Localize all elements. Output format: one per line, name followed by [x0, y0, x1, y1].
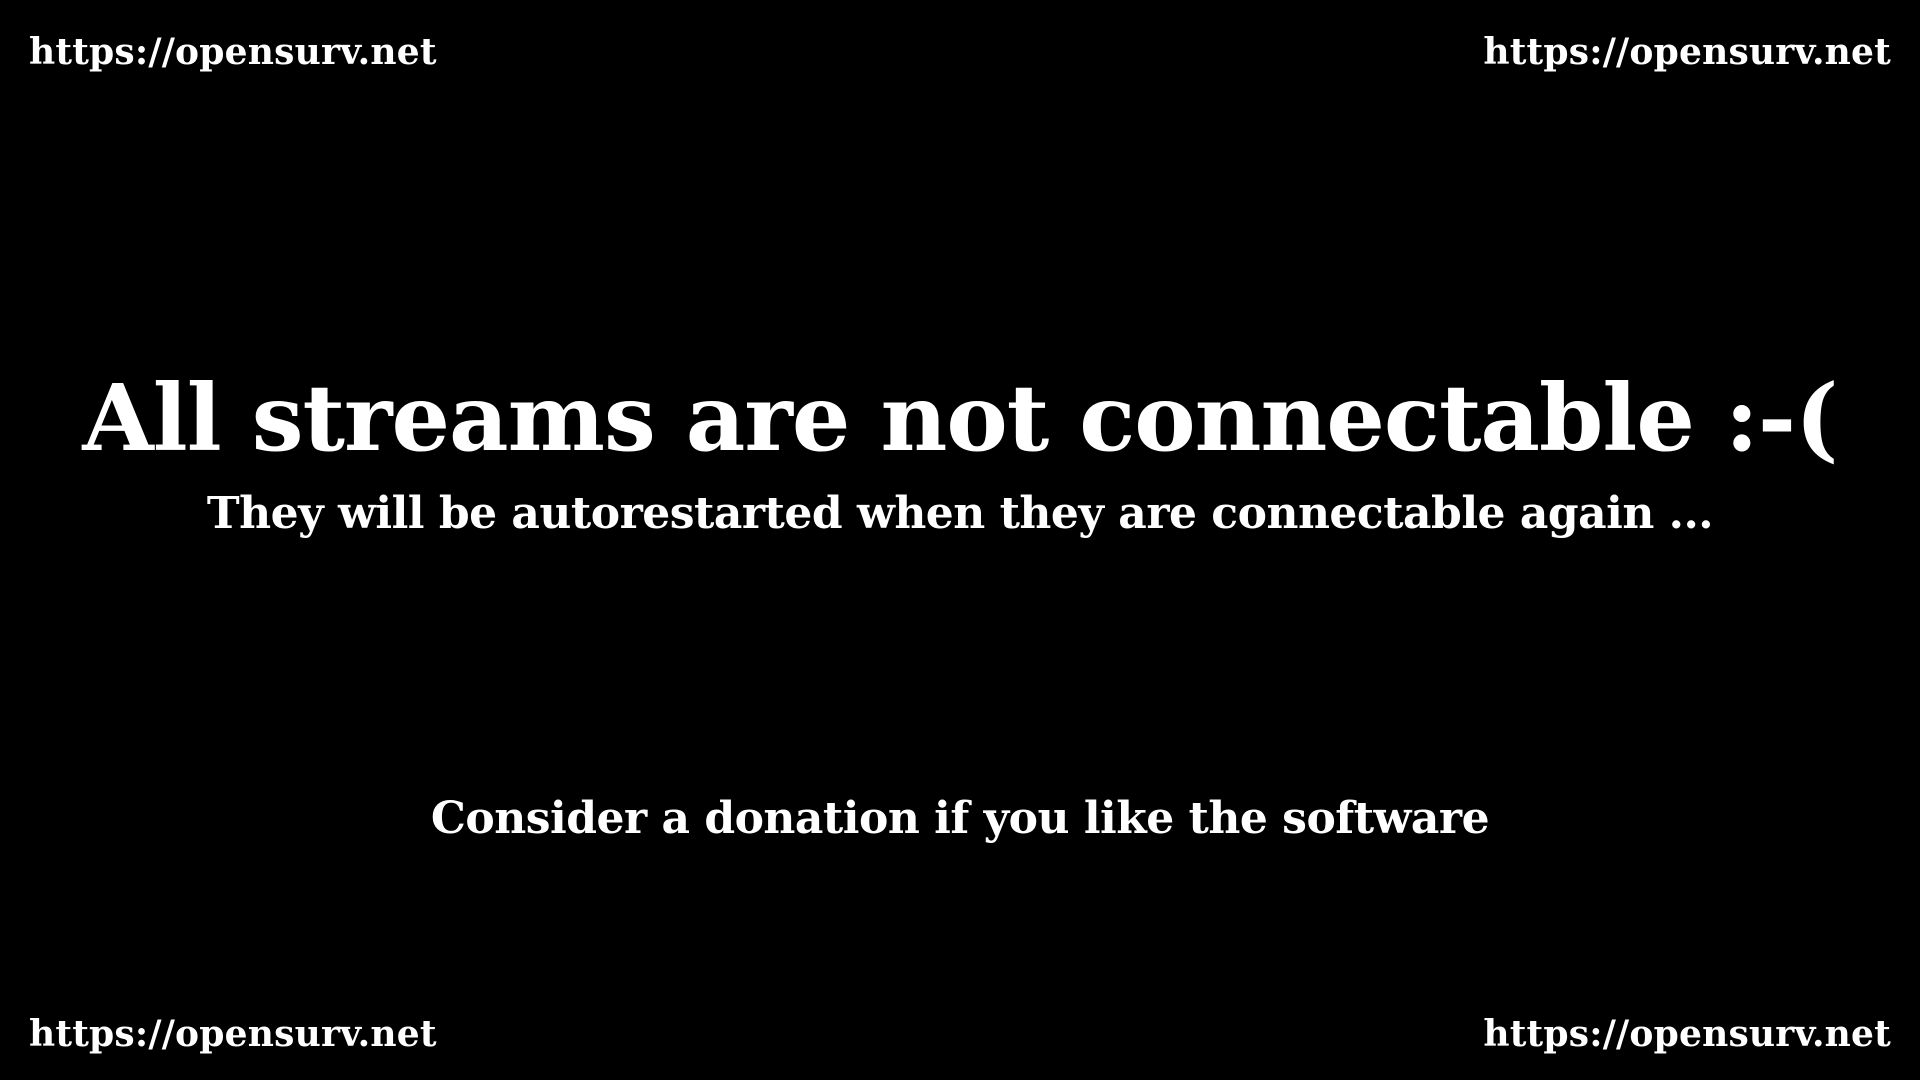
donation-message: Consider a donation if you like the soft…: [430, 793, 1490, 844]
status-subtitle: They will be autorestarted when they are…: [206, 488, 1714, 539]
corner-url-top-right: https://opensurv.net: [1483, 31, 1891, 73]
corner-url-bottom-left: https://opensurv.net: [29, 1013, 437, 1055]
corner-url-bottom-right: https://opensurv.net: [1483, 1013, 1891, 1055]
status-title: All streams are not connectable :-(: [82, 364, 1838, 472]
status-screen: https://opensurv.net https://opensurv.ne…: [0, 0, 1920, 1080]
corner-url-top-left: https://opensurv.net: [29, 31, 437, 73]
